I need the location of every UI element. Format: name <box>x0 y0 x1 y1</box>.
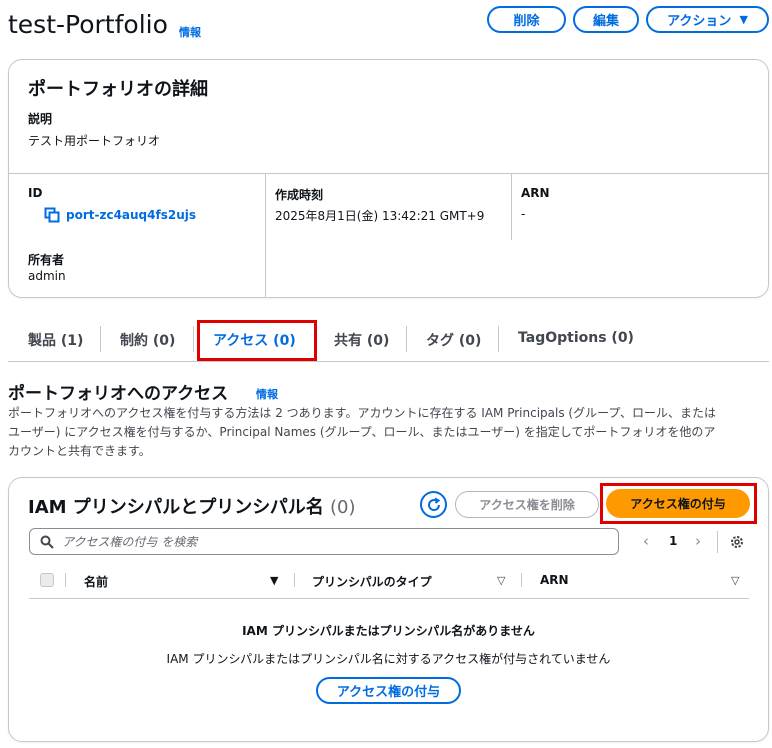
column-header-arn[interactable]: ARN <box>540 573 569 587</box>
remove-access-button[interactable]: アクセス権を削除 <box>455 491 599 518</box>
details-column-divider-1 <box>265 174 266 297</box>
tab-constraints[interactable]: 制約 (0) <box>120 330 175 350</box>
column-header-name[interactable]: 名前 <box>84 573 108 590</box>
search-field[interactable] <box>29 528 619 555</box>
access-description-line: カウントと共有できます。 <box>8 444 151 458</box>
tab-access[interactable]: アクセス (0) <box>213 330 296 350</box>
refresh-icon <box>427 497 440 511</box>
access-description-line: ポートフォリオへのアクセス権を付与する方法は 2 つあります。アカウントに存在す… <box>8 406 717 420</box>
empty-grant-access-button[interactable]: アクセス権の付与 <box>316 677 461 704</box>
caret-down-icon: ▼ <box>739 13 748 26</box>
id-value: port-zc4auq4fs2ujs <box>66 208 197 222</box>
search-icon <box>40 535 54 549</box>
grant-access-button[interactable]: アクセス権の付与 <box>606 489 750 518</box>
search-input[interactable] <box>62 534 618 549</box>
tab-sharing[interactable]: 共有 (0) <box>334 330 389 350</box>
empty-state-description: IAM プリンシパルまたはプリンシパル名に対するアクセス権が付与されていません <box>166 652 611 666</box>
tab-tags[interactable]: タグ (0) <box>426 330 481 350</box>
delete-button[interactable]: 削除 <box>487 6 566 33</box>
arn-value: - <box>521 207 526 221</box>
title-info-link[interactable]: 情報 <box>179 24 201 40</box>
details-divider <box>9 173 768 174</box>
principals-table-title: IAM プリンシパルとプリンシパル名 (0) <box>28 493 356 519</box>
tab-products[interactable]: 製品 (1) <box>28 330 83 350</box>
gear-icon[interactable] <box>729 534 745 550</box>
principals-title-text: IAM プリンシパルとプリンシパル名 <box>28 497 324 518</box>
sort-icon[interactable]: ▽ <box>731 574 739 587</box>
actions-button-label: アクション <box>667 14 732 29</box>
description-label: 説明 <box>28 112 53 126</box>
sort-icon[interactable]: ▽ <box>497 574 505 587</box>
column-header-principal-type[interactable]: プリンシパルのタイプ <box>312 573 432 590</box>
tab-separator <box>193 326 194 352</box>
principals-count: (0) <box>330 497 356 518</box>
created-label: 作成時刻 <box>275 188 324 202</box>
access-info-link[interactable]: 情報 <box>256 386 278 402</box>
page-title: test-Portfolio <box>8 10 168 39</box>
copy-icon[interactable] <box>44 207 60 223</box>
empty-state-title: IAM プリンシパルまたはプリンシパル名がありません <box>242 624 535 638</box>
created-value: 2025年8月1日(金) 13:42:21 GMT+9 <box>275 209 485 223</box>
select-all-checkbox[interactable] <box>40 573 54 587</box>
tab-tagoptions[interactable]: TagOptions (0) <box>518 330 634 346</box>
tab-separator <box>406 326 407 352</box>
tab-separator <box>498 326 499 352</box>
access-section-title: ポートフォリオへのアクセス <box>8 384 229 404</box>
access-description-line: ユーザー) にアクセス権を付与するか、Principal Names (グループ… <box>8 425 716 439</box>
next-page-icon[interactable]: › <box>695 532 701 550</box>
owner-value: admin <box>28 269 66 283</box>
actions-button[interactable]: アクション ▼ <box>646 6 769 33</box>
refresh-button[interactable] <box>420 491 447 518</box>
tab-separator <box>100 326 101 352</box>
owner-label: 所有者 <box>28 253 65 267</box>
id-copy[interactable]: port-zc4auq4fs2ujs <box>44 207 196 223</box>
column-divider <box>294 573 295 587</box>
tabs-underline <box>8 361 769 362</box>
description-value: テスト用ポートフォリオ <box>28 134 161 148</box>
edit-button[interactable]: 編集 <box>573 6 639 33</box>
column-divider <box>521 573 522 587</box>
details-heading: ポートフォリオの詳細 <box>28 79 208 100</box>
column-divider <box>65 573 66 587</box>
id-label: ID <box>28 186 43 200</box>
pagination-divider <box>717 531 718 553</box>
arn-label: ARN <box>521 186 550 200</box>
page-number[interactable]: 1 <box>669 534 677 548</box>
sort-desc-icon[interactable]: ▼ <box>270 574 278 587</box>
prev-page-icon[interactable]: ‹ <box>643 532 649 550</box>
access-description: ポートフォリオへのアクセス権を付与する方法は 2 つあります。アカウントに存在す… <box>8 404 769 461</box>
table-header-divider <box>29 598 749 599</box>
details-column-divider-2 <box>511 174 512 240</box>
